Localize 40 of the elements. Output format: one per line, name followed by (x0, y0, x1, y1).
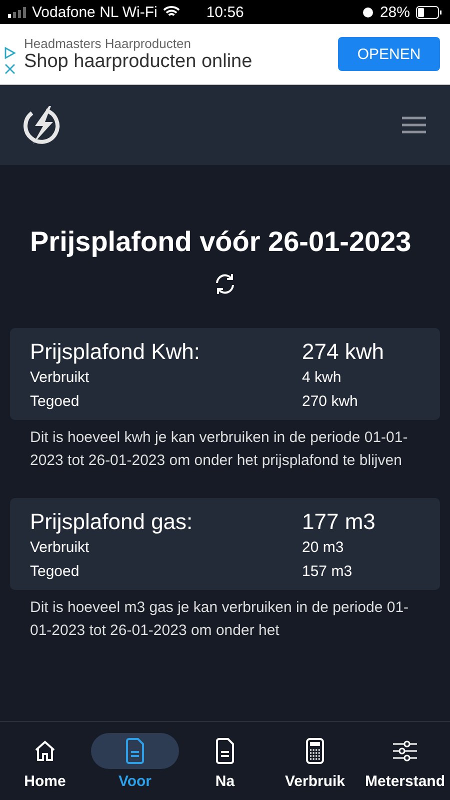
open-button[interactable]: OPENEN (338, 37, 440, 71)
refresh-icon[interactable] (213, 272, 237, 296)
row-value: 270 kwh (302, 392, 358, 412)
signal-icon (8, 6, 26, 18)
card-title: Prijsplafond gas: (30, 508, 194, 536)
clock-time: 10:56 (206, 4, 244, 20)
card-title: Prijsplafond Kwh: (30, 338, 201, 366)
advertiser-name: Headmasters Haarproducten (24, 36, 192, 50)
description-text: Dit is hoeveel kwh je kan verbruiken in de periode 01-01-2023 tot 26-01-2023 om onder het prijsplafond te blijven (30, 428, 409, 471)
card-total: 274 kwh (302, 338, 384, 366)
card-total: 177 m3 (302, 508, 376, 536)
home-icon (33, 738, 57, 762)
play-icon[interactable] (4, 47, 16, 59)
row-label: Tegoed (30, 562, 80, 582)
document-icon (215, 738, 235, 764)
battery-icon (416, 6, 442, 18)
row-label: Tegoed (30, 392, 80, 412)
page-title: Prijsplafond vóór 26-01-2023 (30, 225, 412, 259)
sliders-icon (392, 740, 418, 762)
calculator-icon (305, 738, 325, 764)
battery-percent: 28% (380, 4, 410, 20)
row-value: 157 m3 (302, 562, 352, 582)
lightning-logo-icon[interactable] (22, 104, 62, 146)
ad-headline: Shop haarproducten online (24, 50, 254, 72)
document-icon (125, 738, 145, 764)
carrier-name: Vodafone NL Wi-Fi (32, 4, 158, 20)
menu-icon[interactable] (402, 116, 426, 134)
row-value: 4 kwh (302, 368, 342, 388)
nav-tab[interactable]: Verbruik (270, 732, 360, 790)
wifi-icon (163, 6, 180, 18)
nav-tab[interactable]: Meterstand (360, 732, 450, 790)
alarm-icon (362, 6, 374, 18)
description-text: Dit is hoeveel m3 gas je kan verbruiken in de periode 01-01-2023 tot 26-01-2023 om onder het (30, 598, 410, 641)
row-label: Verbruikt (30, 368, 90, 388)
row-label: Verbruikt (30, 538, 90, 558)
nav-tab[interactable]: Na (180, 732, 270, 790)
row-value: 20 m3 (302, 538, 344, 558)
ad-banner[interactable]: Headmasters Haarproducten Shop haarproducten online OPENEN (0, 24, 450, 85)
nav-tab[interactable]: Home (0, 732, 90, 790)
close-icon[interactable] (4, 63, 16, 75)
